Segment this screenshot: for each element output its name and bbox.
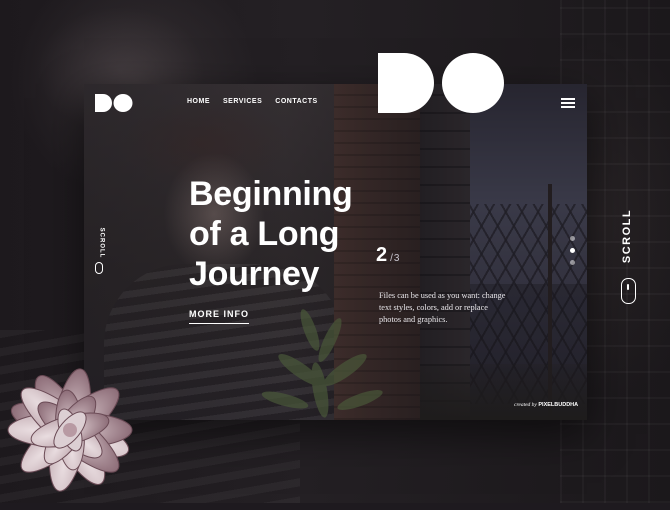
scroll-indicator[interactable]: SCROLL	[618, 208, 640, 310]
logo-letter-d	[378, 53, 434, 113]
brand-logo[interactable]	[95, 94, 133, 117]
slide-counter: 2/3	[376, 244, 399, 267]
photo-fade	[420, 364, 587, 420]
fern-plant-image	[261, 309, 383, 418]
slide-total: 3	[393, 253, 400, 264]
nav-item-home[interactable]: HOME	[187, 98, 210, 105]
slide-dot-active[interactable]	[570, 248, 575, 253]
scroll-indicator-small[interactable]: SCROLL	[92, 228, 106, 276]
slide-current: 2	[376, 244, 388, 266]
mouse-icon-large	[621, 278, 636, 304]
logo-letter-o	[442, 53, 504, 113]
more-info-button[interactable]: MORE INFO	[189, 309, 249, 324]
scroll-label: SCROLL	[98, 227, 105, 259]
hero-title: Beginning of a Long Journey	[189, 175, 353, 293]
mouse-icon	[95, 262, 103, 274]
nav-item-services[interactable]: SERVICES	[223, 98, 262, 105]
slide-dots	[570, 236, 575, 272]
nav-item-contacts[interactable]: CONTACTS	[275, 98, 317, 105]
slide-dot[interactable]	[570, 260, 575, 265]
succulent-plant-image	[7, 368, 133, 492]
credit-author[interactable]: PIXELBUDDHA	[538, 402, 578, 408]
credit: created by PIXELBUDDHA	[514, 402, 578, 408]
menu-icon[interactable]	[561, 98, 575, 108]
scroll-label-large: SCROLL	[621, 208, 634, 264]
credit-prefix: created by	[514, 402, 537, 408]
slide-dot[interactable]	[570, 236, 575, 241]
city-photo	[420, 84, 587, 420]
slide-separator: /	[390, 253, 393, 264]
brand-logo-large	[378, 53, 504, 113]
main-nav: HOME SERVICES CONTACTS	[187, 98, 318, 105]
